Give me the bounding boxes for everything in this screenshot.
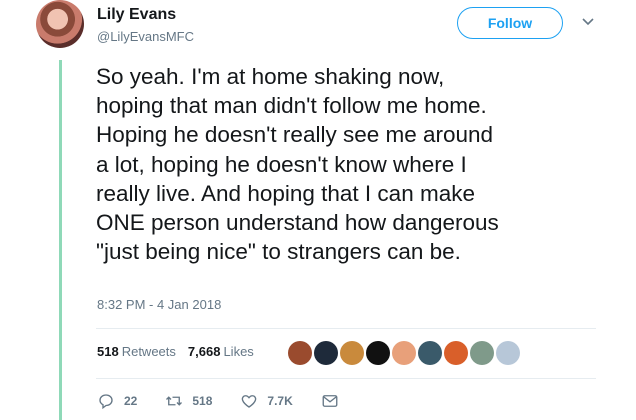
user-name[interactable]: Lily Evans: [97, 6, 176, 24]
envelope-icon: [322, 395, 338, 407]
tweet-text: So yeah. I'm at home shaking now, hoping…: [96, 64, 499, 265]
liker-avatar[interactable]: [314, 341, 338, 365]
liker-avatar[interactable]: [392, 341, 416, 365]
timestamp[interactable]: 8:32 PM - 4 Jan 2018: [97, 297, 221, 312]
retweets-count: 518: [97, 344, 119, 359]
follow-button[interactable]: Follow: [457, 7, 563, 39]
retweet-icon: [166, 396, 183, 406]
retweet-button[interactable]: 518: [165, 392, 212, 410]
reply-button[interactable]: 22: [97, 392, 137, 410]
engagement-stats: 518 Retweets 7,668 Likes: [97, 344, 254, 359]
liker-avatar[interactable]: [366, 341, 390, 365]
retweets-label: Retweets: [121, 344, 176, 359]
like-button[interactable]: 7.7K: [240, 392, 293, 410]
reply-icon: [99, 394, 113, 410]
divider: [96, 328, 596, 329]
likes-label: Likes: [223, 344, 254, 359]
likes-stat[interactable]: 7,668 Likes: [188, 344, 254, 359]
liker-avatar[interactable]: [470, 341, 494, 365]
avatar[interactable]: [36, 0, 84, 48]
heart-icon: [242, 395, 257, 408]
liker-avatar[interactable]: [340, 341, 364, 365]
liker-avatar[interactable]: [418, 341, 442, 365]
reply-count: 22: [124, 394, 138, 408]
user-handle[interactable]: @LilyEvansMFC: [97, 29, 194, 44]
retweets-stat[interactable]: 518 Retweets: [97, 344, 176, 359]
liker-avatar[interactable]: [288, 341, 312, 365]
action-bar: 22 518 7.7K: [97, 392, 376, 410]
thread-line: [59, 60, 62, 420]
divider: [96, 378, 596, 379]
chevron-down-icon[interactable]: [580, 14, 596, 30]
message-button[interactable]: [321, 392, 348, 410]
retweet-count: 518: [192, 394, 213, 408]
liker-avatar[interactable]: [444, 341, 468, 365]
like-count: 7.7K: [267, 394, 293, 408]
likes-count: 7,668: [187, 344, 221, 359]
liker-avatar[interactable]: [496, 341, 520, 365]
liker-avatars: [288, 341, 522, 365]
